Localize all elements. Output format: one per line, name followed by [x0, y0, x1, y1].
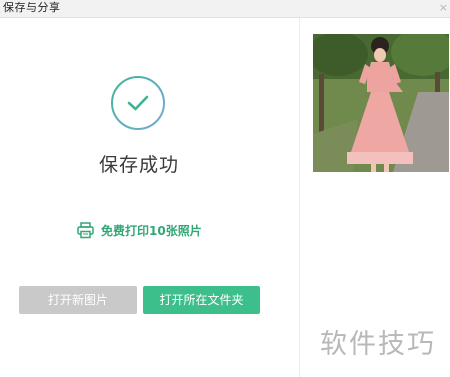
printer-icon: [77, 222, 94, 239]
panel-divider: [299, 18, 300, 377]
free-print-label: 免费打印10张照片: [101, 224, 202, 238]
title-bar: 保存与分享 ×: [0, 0, 450, 18]
window-title: 保存与分享: [3, 1, 61, 14]
open-folder-button[interactable]: 打开所在文件夹: [143, 286, 260, 314]
save-success-text: 保存成功: [99, 154, 180, 176]
image-preview: [313, 34, 449, 172]
open-new-image-button[interactable]: 打开新图片: [19, 286, 137, 314]
watermark-text: 软件技巧: [320, 329, 436, 360]
check-circle-icon: [111, 76, 165, 130]
close-button[interactable]: ×: [439, 0, 448, 15]
